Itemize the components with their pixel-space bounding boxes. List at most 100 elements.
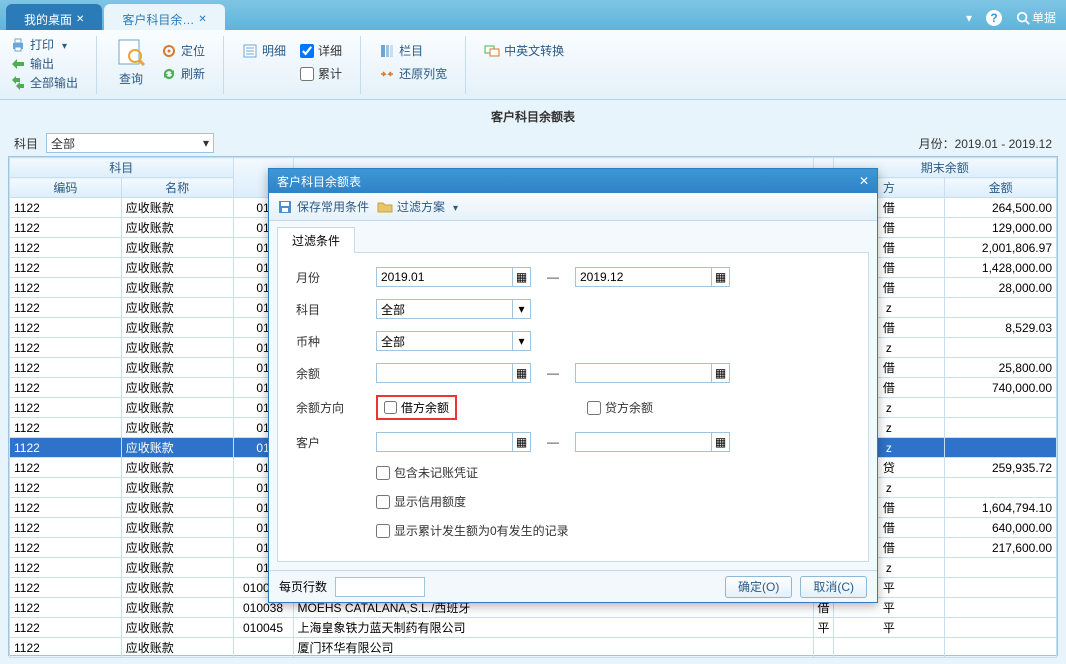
tab-close-icon[interactable]: ✕ (76, 14, 84, 25)
export-button[interactable]: 输出 (10, 55, 78, 72)
chk1-box[interactable] (376, 466, 390, 480)
chk3-box[interactable] (376, 524, 390, 538)
period-label: 月份： (919, 137, 955, 151)
chk-unposted[interactable]: 包含未记账凭证 (376, 464, 478, 481)
subject-select[interactable]: 全部 ▾ (46, 133, 214, 153)
customer-to-input[interactable]: ▦ (575, 432, 730, 452)
tab-current-label: 客户科目余… (122, 11, 194, 28)
table-row[interactable]: 1122应收账款厦门环华有限公司 (10, 638, 1057, 658)
month-to-input[interactable]: 2019.12▦ (575, 267, 730, 287)
th-amount[interactable]: 金额 (945, 178, 1057, 198)
locate-button[interactable]: 定位 (161, 42, 205, 59)
th-subject[interactable]: 科目 (10, 158, 234, 178)
close-icon[interactable]: ✕ (859, 174, 869, 188)
toolbar: 打印 输出 全部输出 查询 定位 刷新 明细 详细 累计 栏目 还原列宽 中英文… (0, 30, 1066, 100)
month-from-input[interactable]: 2019.01 ▦ (376, 267, 531, 287)
dash: — (541, 366, 565, 380)
search-hint: 单据 (1032, 9, 1056, 26)
sum-checkbox[interactable] (300, 67, 314, 81)
balance-label: 余额 (296, 365, 366, 382)
help-icon[interactable]: ? (986, 10, 1002, 26)
column-icon (379, 43, 395, 59)
column-label: 栏目 (399, 42, 423, 59)
dropdown-icon[interactable]: ▾ (966, 11, 972, 25)
filter-scheme-button[interactable]: 过滤方案 (377, 198, 458, 215)
sum-check[interactable]: 累计 (300, 65, 342, 82)
detail-checkbox[interactable] (300, 44, 314, 58)
detail-label: 明细 (262, 42, 286, 59)
credit-check[interactable]: 贷方余额 (587, 399, 653, 416)
chk1-label: 包含未记账凭证 (394, 464, 478, 481)
dash: — (541, 435, 565, 449)
calendar-icon[interactable]: ▦ (512, 268, 530, 286)
page-title: 客户科目余额表 (0, 100, 1066, 132)
save-conditions-button[interactable]: 保存常用条件 (277, 198, 369, 215)
query-button[interactable]: 查询 (115, 36, 147, 87)
save-label: 保存常用条件 (297, 198, 369, 215)
customer-from-input[interactable]: ▦ (376, 432, 531, 452)
debit-label: 借方余额 (401, 399, 449, 416)
subject-label2: 科目 (296, 301, 366, 318)
locate-label: 定位 (181, 42, 205, 59)
period-value: 2019.01 - 2019.12 (955, 137, 1052, 151)
chk3-label: 显示累计发生额为0有发生的记录 (394, 522, 569, 539)
print-button[interactable]: 打印 (10, 36, 78, 53)
dialog-tab-filter[interactable]: 过滤条件 (277, 227, 355, 253)
refresh-button[interactable]: 刷新 (161, 65, 205, 82)
lookup-icon[interactable]: ▦ (512, 433, 530, 451)
ok-button[interactable]: 确定(O) (725, 576, 792, 598)
chevron-down-icon[interactable]: ▾ (512, 300, 530, 318)
chevron-down-icon[interactable]: ▾ (512, 332, 530, 350)
restore-icon (379, 66, 395, 82)
restore-label: 还原列宽 (399, 65, 447, 82)
cancel-button[interactable]: 取消(C) (800, 576, 867, 598)
month-from-value: 2019.01 (381, 270, 424, 284)
tab-desktop-label: 我的桌面 (24, 11, 72, 28)
calc-icon[interactable]: ▦ (711, 364, 729, 382)
lang-label: 中英文转换 (504, 42, 564, 59)
subject-val: 全部 (381, 301, 405, 318)
restore-button[interactable]: 还原列宽 (379, 65, 447, 82)
column-button[interactable]: 栏目 (379, 42, 447, 59)
dialog-footer: 每页行数 确定(O) 取消(C) (269, 570, 877, 602)
dialog-titlebar[interactable]: 客户科目余额表 ✕ (269, 169, 877, 193)
export-all-button[interactable]: 全部输出 (10, 74, 78, 91)
sub-header: 科目 全部▾ 月份：2019.01 - 2019.12 (0, 132, 1066, 154)
debit-checkbox[interactable] (384, 401, 397, 414)
search-icon[interactable]: 单据 (1016, 9, 1056, 26)
detail-button[interactable]: 明细 (242, 42, 286, 59)
detail-check-label: 详细 (318, 42, 342, 59)
tab-desktop[interactable]: 我的桌面 ✕ (6, 4, 102, 30)
lookup-icon[interactable]: ▦ (711, 433, 729, 451)
detail-check[interactable]: 详细 (300, 42, 342, 59)
subject-value: 全部 (51, 135, 75, 152)
balance-from-input[interactable]: ▦ (376, 363, 531, 383)
perpage-input[interactable] (335, 577, 425, 597)
baldir-label: 余额方向 (296, 399, 366, 416)
customer-label: 客户 (296, 434, 366, 451)
th-name[interactable]: 名称 (121, 178, 233, 198)
subject-input[interactable]: 全部 ▾ (376, 299, 531, 319)
table-row[interactable]: 1122应收账款010045上海皇象铁力蓝天制药有限公司平平 (10, 618, 1057, 638)
chk2-label: 显示信用额度 (394, 493, 466, 510)
tab-close-icon[interactable]: ✕ (198, 14, 206, 25)
th-code[interactable]: 编码 (10, 178, 122, 198)
dialog-toolbar: 保存常用条件 过滤方案 (269, 193, 877, 221)
refresh-icon (161, 66, 177, 82)
chk2-box[interactable] (376, 495, 390, 509)
balance-to-input[interactable]: ▦ (575, 363, 730, 383)
calendar-icon[interactable]: ▦ (711, 268, 729, 286)
credit-label: 贷方余额 (605, 399, 653, 416)
credit-checkbox[interactable] (587, 401, 601, 415)
chevron-down-icon: ▾ (203, 136, 209, 150)
lang-icon (484, 43, 500, 59)
filter-label: 过滤方案 (397, 198, 445, 215)
calc-icon[interactable]: ▦ (512, 364, 530, 382)
currency-input[interactable]: 全部▾ (376, 331, 531, 351)
chk-zero-sum[interactable]: 显示累计发生额为0有发生的记录 (376, 522, 569, 539)
window-titlebar: 我的桌面 ✕ 客户科目余… ✕ ▾ ? 单据 (0, 0, 1066, 30)
chk-credit-limit[interactable]: 显示信用额度 (376, 493, 466, 510)
tab-current[interactable]: 客户科目余… ✕ (104, 4, 224, 30)
lang-button[interactable]: 中英文转换 (484, 42, 564, 59)
query-icon (115, 36, 147, 68)
